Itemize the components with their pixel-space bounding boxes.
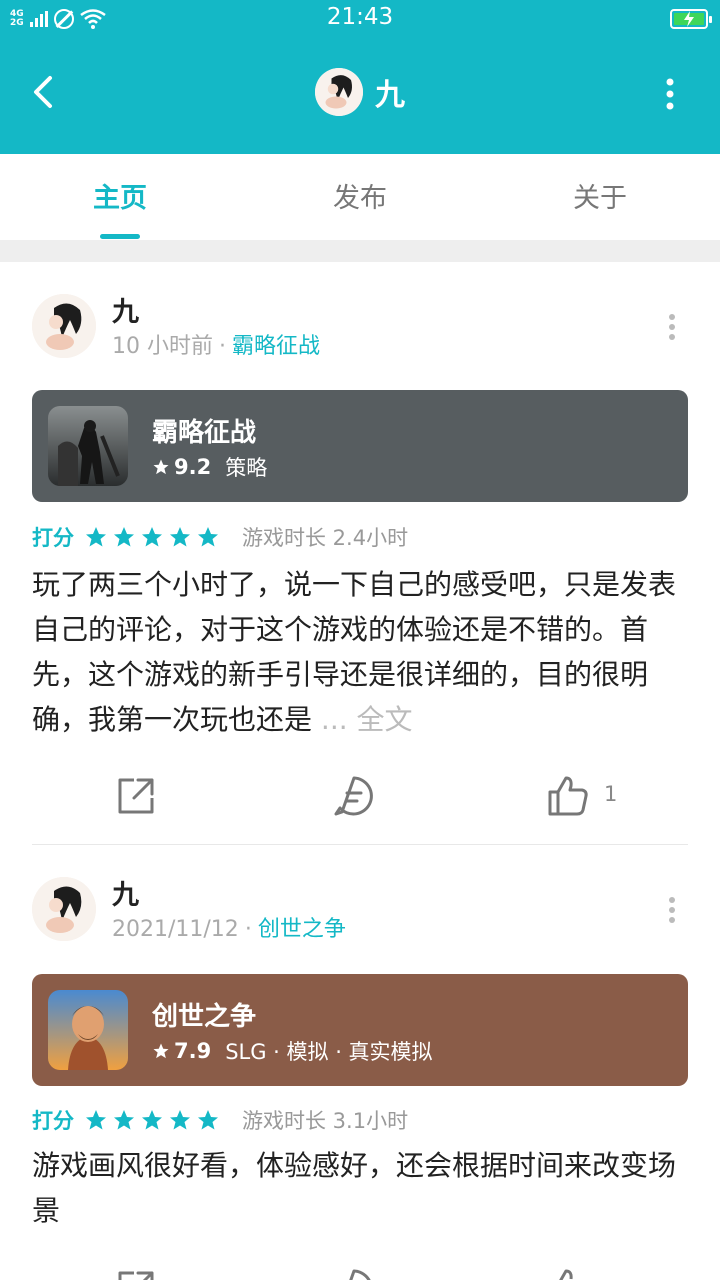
rating-stars [84,525,220,549]
section-divider [0,240,720,262]
game-tags: SLG · 模拟 · 真实模拟 [225,1040,433,1064]
status-time: 21:43 [326,4,394,30]
game-icon [48,406,128,486]
game-icon [48,990,128,1070]
post-actions: 1 [0,774,720,834]
game-link[interactable]: 创世之争 [258,917,346,942]
comment-icon[interactable] [332,774,376,818]
tab-home[interactable]: 主页 [0,176,240,215]
play-time: 游戏时长 2.4小时 [242,526,409,550]
read-more-link[interactable]: ... 全文 [321,703,413,736]
tab-bar: 主页 发布 关于 [0,154,720,240]
share-icon[interactable] [114,1267,158,1280]
star-icon [198,1110,218,1130]
battery-icon [670,9,712,29]
game-card[interactable]: 创世之争 7.9 SLG · 模拟 · 真实模拟 [32,974,688,1086]
status-bar: 4G 2G 21:43 [0,0,720,40]
rating-stars [84,1108,220,1132]
post-time: 10 小时前 [112,334,213,359]
star-icon [153,459,169,475]
like-icon[interactable] [546,774,590,818]
tab-about[interactable]: 关于 [480,176,720,215]
star-icon [170,527,190,547]
star-icon [114,1110,134,1130]
game-info: 9.2 策略 [152,452,267,482]
play-time: 游戏时长 3.1小时 [242,1109,409,1133]
post-meta: 10 小时前 · 霸略征战 [112,334,321,359]
game-info: 7.9 SLG · 模拟 · 真实模拟 [152,1036,433,1066]
rating-row: 打分 游戏时长 2.4小时 [32,522,408,552]
app-bar: 九 [0,40,720,154]
game-link[interactable]: 霸略征战 [232,334,320,359]
star-icon [142,1110,162,1130]
game-name: 创世之争 [152,1002,257,1032]
review-text[interactable]: 玩了两三个小时了，说一下自己的感受吧，只是发表自己的评论，对于这个游戏的体验还是… [32,562,692,742]
author-name[interactable]: 九 [112,873,139,912]
avatar[interactable] [32,294,96,358]
star-icon [142,527,162,547]
game-score: 7.9 [174,1039,212,1063]
post-actions [0,1267,720,1280]
review-text[interactable]: 游戏画风很好看，体验感好，还会根据时间来改变场景 [32,1143,692,1233]
post-more-icon[interactable] [664,895,680,925]
avatar[interactable] [315,68,363,116]
star-icon [86,527,106,547]
author-name[interactable]: 九 [112,290,139,329]
profile-header: 九 [0,68,720,116]
page-title: 九 [375,78,405,113]
rating-label: 打分 [32,526,74,550]
game-score: 9.2 [174,455,212,479]
post-time: 2021/11/12 [112,917,239,942]
star-icon [86,1110,106,1130]
post-meta: 2021/11/12 · 创世之争 [112,917,346,942]
rating-row: 打分 游戏时长 3.1小时 [32,1105,408,1135]
star-icon [153,1043,169,1059]
game-card[interactable]: 霸略征战 9.2 策略 [32,390,688,502]
like-count: 1 [604,782,618,806]
share-icon[interactable] [114,774,158,818]
post-divider [32,844,688,845]
rating-label: 打分 [32,1109,74,1133]
star-icon [170,1110,190,1130]
tab-posts[interactable]: 发布 [240,176,480,215]
more-vertical-icon[interactable] [660,76,680,116]
star-icon [114,527,134,547]
tab-indicator [100,234,140,239]
like-icon[interactable] [546,1267,590,1280]
post-more-icon[interactable] [664,312,680,342]
game-name: 霸略征战 [152,418,257,448]
comment-icon[interactable] [332,1267,376,1280]
star-icon [198,527,218,547]
avatar[interactable] [32,877,96,941]
game-tags: 策略 [225,456,268,480]
